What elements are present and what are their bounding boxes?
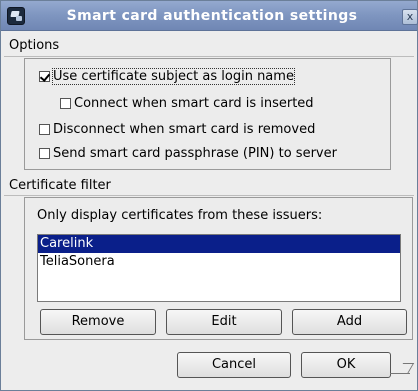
checkbox-icon[interactable] xyxy=(60,97,71,109)
remove-button[interactable]: Remove xyxy=(40,309,156,335)
connect-when-inserted-label: Connect when smart card is inserted xyxy=(74,95,314,111)
issuer-list[interactable]: Carelink TeliaSonera xyxy=(37,234,401,302)
checkbox-icon[interactable] xyxy=(39,123,50,135)
disconnect-when-removed-checkbox[interactable]: Disconnect when smart card is removed xyxy=(39,120,315,138)
certificate-filter-group: Only display certificates from these iss… xyxy=(24,197,413,340)
issuer-list-item[interactable]: TeliaSonera xyxy=(38,253,400,271)
connect-when-inserted-checkbox[interactable]: Connect when smart card is inserted xyxy=(60,94,314,112)
dialog-window: Smart card authentication settings x Opt… xyxy=(0,0,418,391)
certificate-filter-separator xyxy=(4,195,414,196)
edit-button[interactable]: Edit xyxy=(166,309,282,335)
dialog-title: Smart card authentication settings xyxy=(66,8,358,24)
use-subject-as-login-checkbox[interactable]: Use certificate subject as login name xyxy=(39,67,295,85)
options-separator xyxy=(4,56,414,57)
issuer-list-item[interactable]: Carelink xyxy=(38,235,400,253)
issuers-instruction: Only display certificates from these iss… xyxy=(37,208,323,223)
smart-card-app-icon xyxy=(7,7,25,25)
checkbox-icon[interactable] xyxy=(39,147,50,159)
send-pin-to-server-label: Send smart card passphrase (PIN) to serv… xyxy=(53,145,337,161)
options-section-label: Options xyxy=(9,38,60,53)
ok-button[interactable]: OK xyxy=(301,352,391,378)
cancel-button[interactable]: Cancel xyxy=(177,352,291,378)
use-subject-as-login-label: Use certificate subject as login name xyxy=(52,67,295,85)
certificate-filter-section-label: Certificate filter xyxy=(9,178,111,193)
title-bar[interactable]: Smart card authentication settings x xyxy=(1,1,418,31)
add-button[interactable]: Add xyxy=(292,309,407,335)
send-pin-to-server-checkbox[interactable]: Send smart card passphrase (PIN) to serv… xyxy=(39,144,337,162)
close-button[interactable]: x xyxy=(402,9,418,25)
resize-grip-icon[interactable] xyxy=(390,361,414,381)
disconnect-when-removed-label: Disconnect when smart card is removed xyxy=(53,121,316,137)
checkbox-checked-icon[interactable] xyxy=(39,70,50,82)
options-group: Use certificate subject as login name Co… xyxy=(24,58,391,170)
